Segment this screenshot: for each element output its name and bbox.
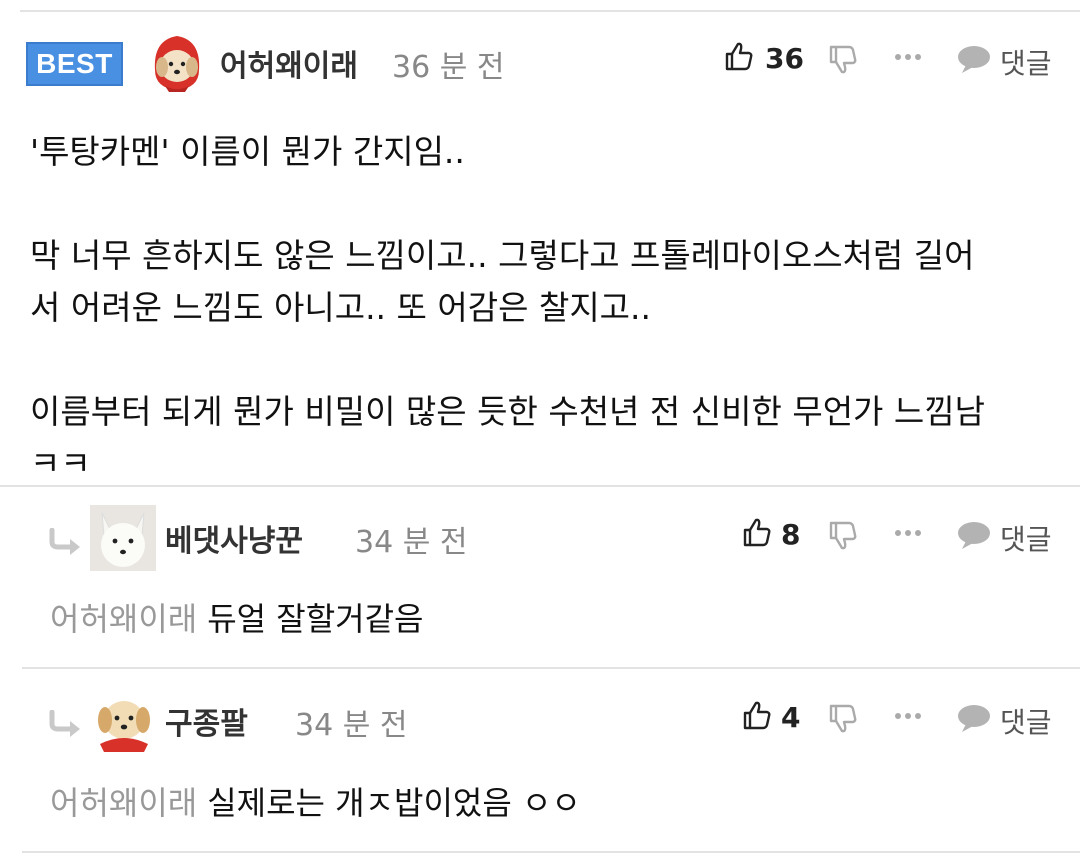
divider bbox=[0, 485, 1080, 487]
divider bbox=[22, 667, 1080, 669]
more-dots-icon[interactable] bbox=[894, 528, 922, 538]
author-name[interactable]: 베댓사냥꾼 bbox=[165, 516, 303, 560]
thumbs-down-icon[interactable] bbox=[828, 520, 858, 552]
comment-line bbox=[30, 334, 1060, 386]
reply-arrow-icon bbox=[49, 710, 80, 737]
best-badge: BEST bbox=[26, 42, 123, 86]
more-dots-icon[interactable] bbox=[894, 52, 922, 62]
thumbs-down-icon[interactable] bbox=[828, 44, 858, 76]
mention-name[interactable]: 어허왜이래 bbox=[50, 784, 197, 822]
reply-arrow-icon bbox=[49, 528, 80, 555]
author-name[interactable]: 구종팔 bbox=[165, 699, 248, 743]
reply-text: 실제로는 개ㅈ밥이었음 ㅇㅇ bbox=[207, 784, 581, 822]
comment-line bbox=[30, 178, 1060, 230]
thumbs-up-icon[interactable] bbox=[742, 516, 772, 548]
thumbs-up-icon[interactable] bbox=[724, 40, 754, 72]
like-count: 36 bbox=[765, 42, 804, 75]
comment-time: 34 분 전 bbox=[355, 525, 468, 560]
chat-bubble-icon[interactable] bbox=[957, 520, 991, 550]
comment-line: 이름부터 되게 뭔가 비밀이 많은 듯한 수천년 전 신비한 무언가 느낌남 bbox=[30, 392, 985, 431]
user-avatar[interactable] bbox=[92, 686, 156, 752]
reply-body: 어허왜이래 듀얼 잘할거같음 bbox=[50, 594, 423, 640]
chat-bubble-icon[interactable] bbox=[957, 703, 991, 733]
like-count: 8 bbox=[781, 518, 801, 551]
chat-bubble-icon[interactable] bbox=[957, 44, 991, 74]
user-avatar[interactable] bbox=[145, 30, 209, 94]
reply-text: 듀얼 잘할거같음 bbox=[207, 600, 424, 638]
comment-line: ㅋㅋ bbox=[30, 444, 91, 483]
comment-time: 34 분 전 bbox=[295, 708, 408, 743]
divider bbox=[22, 851, 1080, 853]
reply-body: 어허왜이래 실제로는 개ㅈ밥이었음 ㅇㅇ bbox=[50, 778, 581, 824]
comment-time: 36 분 전 bbox=[392, 50, 505, 85]
comment-line: 막 너무 흔하지도 않은 느낌이고.. 그렇다고 프톨레마이오스처럼 길어 bbox=[30, 236, 975, 275]
author-name[interactable]: 어허왜이래 bbox=[220, 41, 358, 85]
user-avatar[interactable] bbox=[90, 505, 156, 571]
mention-name[interactable]: 어허왜이래 bbox=[50, 600, 197, 638]
comment-body: '투탕카멘' 이름이 뭔가 간지임.. 막 너무 흔하지도 않은 느낌이고.. … bbox=[30, 126, 1060, 490]
thumbs-up-icon[interactable] bbox=[742, 699, 772, 731]
thumbs-down-icon[interactable] bbox=[828, 703, 858, 735]
reply-button[interactable]: 댓글 bbox=[1000, 518, 1052, 558]
like-count: 4 bbox=[781, 701, 801, 734]
top-divider bbox=[20, 10, 1080, 12]
comment-line: '투탕카멘' 이름이 뭔가 간지임.. bbox=[30, 132, 465, 171]
comment-line: 서 어려운 느낌도 아니고.. 또 어감은 찰지고.. bbox=[30, 288, 652, 327]
more-dots-icon[interactable] bbox=[894, 711, 922, 721]
reply-button[interactable]: 댓글 bbox=[1000, 42, 1052, 82]
reply-button[interactable]: 댓글 bbox=[1000, 701, 1052, 741]
